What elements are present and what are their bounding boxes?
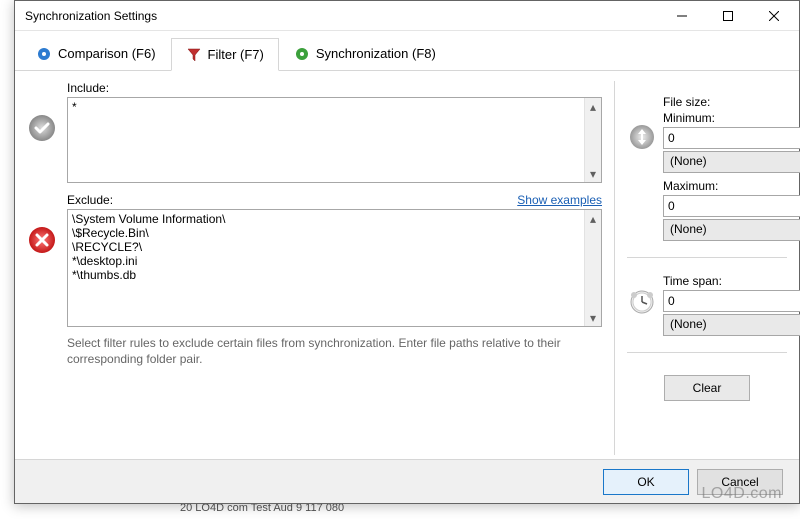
titlebar: Synchronization Settings xyxy=(15,1,799,31)
tab-synchronization[interactable]: Synchronization (F8) xyxy=(279,37,451,70)
scroll-up-icon[interactable]: ▴ xyxy=(585,210,601,227)
maximum-unit-combo[interactable]: (None)▼ xyxy=(663,219,800,241)
exclude-label: Exclude: xyxy=(67,193,113,207)
include-textarea[interactable] xyxy=(68,98,584,182)
exclude-textbox[interactable]: ▴▾ xyxy=(67,209,602,327)
exclude-badge-icon xyxy=(25,225,59,255)
include-badge-icon xyxy=(25,113,59,143)
clear-button[interactable]: Clear xyxy=(664,375,750,401)
tab-bar: Comparison (F6) Filter (F7) Synchronizat… xyxy=(15,31,799,71)
filesize-arrows-icon xyxy=(627,123,657,151)
timespan-unit-combo[interactable]: (None)▼ xyxy=(663,314,800,336)
ok-button[interactable]: OK xyxy=(603,469,689,495)
tab-label: Comparison (F6) xyxy=(58,46,156,61)
scroll-down-icon[interactable]: ▾ xyxy=(585,165,601,182)
horizontal-separator xyxy=(627,352,787,353)
minimum-input[interactable]: ▲▼ xyxy=(663,127,800,149)
minimum-unit-combo[interactable]: (None)▼ xyxy=(663,151,800,173)
scrollbar[interactable]: ▴▾ xyxy=(584,98,601,182)
include-label: Include: xyxy=(67,81,109,95)
maximize-button[interactable] xyxy=(705,2,751,30)
combo-value: (None) xyxy=(664,315,800,335)
minimum-label: Minimum: xyxy=(663,111,800,125)
vertical-separator xyxy=(614,81,615,455)
dialog-footer: OK Cancel xyxy=(15,459,799,503)
maximum-input[interactable]: ▲▼ xyxy=(663,195,800,217)
funnel-icon xyxy=(186,47,202,63)
tab-label: Synchronization (F8) xyxy=(316,46,436,61)
scroll-down-icon[interactable]: ▾ xyxy=(585,309,601,326)
timespan-input[interactable]: ▲▼ xyxy=(663,290,800,312)
watermark: LO4D.com xyxy=(702,485,782,503)
combo-value: (None) xyxy=(664,220,800,240)
filesize-label: File size: xyxy=(663,95,800,109)
scroll-up-icon[interactable]: ▴ xyxy=(585,98,601,115)
tab-comparison[interactable]: Comparison (F6) xyxy=(21,37,171,70)
timespan-label: Time span: xyxy=(663,274,800,288)
combo-value: (None) xyxy=(664,152,800,172)
gear-blue-icon xyxy=(36,46,52,62)
tab-label: Filter (F7) xyxy=(208,47,264,62)
window-title: Synchronization Settings xyxy=(25,9,659,23)
minimum-value[interactable] xyxy=(663,127,800,149)
maximum-label: Maximum: xyxy=(663,179,800,193)
exclude-textarea[interactable] xyxy=(68,210,584,326)
maximum-value[interactable] xyxy=(663,195,800,217)
scrollbar[interactable]: ▴▾ xyxy=(584,210,601,326)
timespan-value[interactable] xyxy=(663,290,800,312)
minimize-button[interactable] xyxy=(659,2,705,30)
tab-filter[interactable]: Filter (F7) xyxy=(171,38,279,71)
horizontal-separator xyxy=(627,257,787,258)
close-button[interactable] xyxy=(751,2,797,30)
help-text: Select filter rules to exclude certain f… xyxy=(25,327,602,367)
gear-green-icon xyxy=(294,46,310,62)
include-textbox[interactable]: ▴▾ xyxy=(67,97,602,183)
clock-icon xyxy=(627,288,657,316)
show-examples-link[interactable]: Show examples xyxy=(517,193,602,207)
dialog-window: Synchronization Settings Comparison (F6)… xyxy=(14,0,800,504)
